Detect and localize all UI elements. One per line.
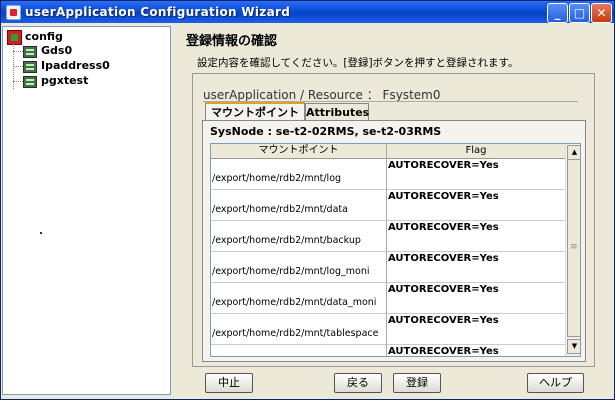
table-row[interactable]: /export/home/rdb2/mnt/log_moni AUTORECOV… [211, 252, 565, 283]
window-title: userApplication Configuration Wizard [25, 5, 291, 19]
column-header-flag[interactable]: Flag [387, 144, 565, 158]
tree-connector [13, 51, 23, 52]
config-tree-panel: config Gds0 Ipaddress0 pgxtest [2, 26, 171, 395]
app-icon [6, 5, 21, 20]
close-button[interactable]: ✕ [591, 3, 612, 23]
instruction-text: 設定内容を確認してください。[登録]ボタンを押すと登録されます。 [197, 57, 519, 69]
table-row[interactable]: AUTORECOVER=Yes [211, 345, 565, 356]
table-row[interactable]: /export/home/rdb2/mnt/tablespace AUTOREC… [211, 314, 565, 345]
register-button[interactable]: 登録 [393, 373, 441, 393]
tab-mount-point[interactable]: マウントポイント [205, 102, 305, 121]
table-row[interactable]: /export/home/rdb2/mnt/data AUTORECOVER=Y… [211, 190, 565, 221]
column-header-mountpoint[interactable]: マウントポイント [211, 144, 387, 158]
resource-icon [23, 46, 37, 58]
page-title: 登録情報の確認 [186, 34, 278, 49]
scroll-up-arrow-icon[interactable]: ▲ [567, 145, 580, 160]
minimize-button[interactable]: _ [547, 3, 568, 23]
back-button[interactable]: 戻る [334, 373, 382, 393]
scroll-down-arrow-icon[interactable]: ▼ [567, 339, 580, 354]
stray-dot [40, 232, 42, 234]
help-button[interactable]: ヘルプ [527, 373, 584, 393]
table-row[interactable]: /export/home/rdb2/mnt/backup AUTORECOVER… [211, 221, 565, 252]
resource-icon [23, 76, 37, 88]
tree-connector [13, 81, 23, 82]
title-bar: userApplication Configuration Wizard _ □… [1, 1, 614, 23]
scroll-thumb[interactable] [567, 159, 580, 337]
mount-table: マウントポイント Flag /export/home/rdb2/mnt/log … [210, 143, 581, 357]
table-row[interactable]: /export/home/rdb2/mnt/log AUTORECOVER=Ye… [211, 159, 565, 190]
column-divider [386, 144, 387, 356]
tree-connector [13, 66, 23, 67]
config-icon [7, 30, 22, 45]
table-header: マウントポイント Flag [211, 144, 565, 159]
tab-attributes[interactable]: Attributes [305, 103, 369, 121]
resource-icon [23, 61, 37, 73]
table-row[interactable]: /export/home/rdb2/mnt/data_moni AUTORECO… [211, 283, 565, 314]
sysnode-label: SysNode : se-t2-02RMS, se-t2-03RMS [210, 125, 442, 138]
vertical-scrollbar[interactable]: ▲ ▼ [565, 144, 580, 356]
maximize-button[interactable]: □ [569, 3, 590, 23]
cancel-button[interactable]: 中止 [205, 373, 253, 393]
